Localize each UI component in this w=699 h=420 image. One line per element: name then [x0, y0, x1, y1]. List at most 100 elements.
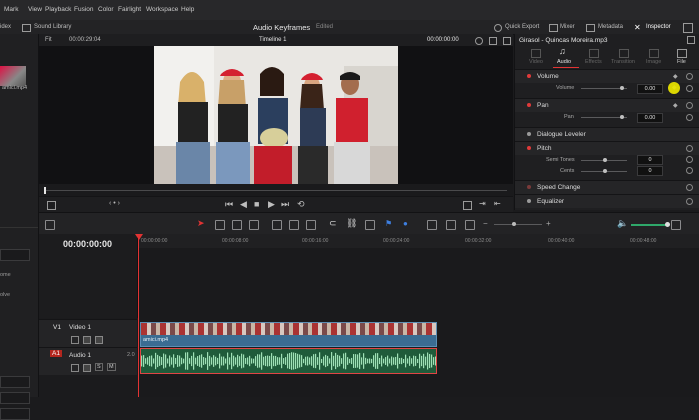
- pan-section-header[interactable]: Pan ◆: [515, 98, 699, 112]
- pitch-reset-icon[interactable]: [686, 145, 693, 152]
- tab-transition[interactable]: Transition: [611, 59, 635, 65]
- selection-tool-icon[interactable]: ➤: [197, 218, 205, 229]
- snapping-icon[interactable]: ⊂: [329, 218, 337, 229]
- tab-file[interactable]: File: [677, 59, 686, 65]
- auto-select-icon[interactable]: [83, 336, 91, 344]
- timeline-name[interactable]: Timeline 1: [259, 37, 286, 43]
- volume-param-reset-icon[interactable]: [686, 85, 693, 92]
- video-clip[interactable]: amici.mp4: [140, 322, 437, 347]
- playhead[interactable]: [138, 234, 139, 397]
- audio-track-lock-icon[interactable]: [71, 364, 79, 372]
- playhead-handle[interactable]: [135, 234, 143, 240]
- menu-color[interactable]: Color: [98, 6, 114, 13]
- solo-button[interactable]: S: [95, 363, 103, 371]
- loop-icon[interactable]: ⟲: [297, 199, 305, 210]
- volume-value-field[interactable]: 0.00: [637, 84, 663, 94]
- dynamic-trim-icon[interactable]: [232, 220, 242, 230]
- pitch-section-header[interactable]: Pitch: [515, 141, 699, 155]
- go-to-end-icon[interactable]: ⏭: [281, 199, 289, 210]
- semitones-slider-knob[interactable]: [603, 158, 607, 162]
- zoom-full-icon[interactable]: [427, 220, 437, 230]
- tab-image[interactable]: Image: [646, 59, 661, 65]
- equalizer-section-header[interactable]: Equalizer: [515, 194, 699, 208]
- replace-clip-icon[interactable]: [306, 220, 316, 230]
- fullscreen-icon[interactable]: [489, 37, 497, 45]
- side-field[interactable]: [0, 392, 30, 404]
- flag-icon[interactable]: ⚑: [385, 219, 392, 228]
- speed-change-section-header[interactable]: Speed Change: [515, 180, 699, 194]
- speed-change-reset-icon[interactable]: [686, 184, 693, 191]
- sync-icon[interactable]: [475, 37, 483, 45]
- audio-clip[interactable]: [140, 348, 437, 374]
- keyframe-diamond-icon[interactable]: ◆: [673, 73, 678, 80]
- match-frame-icon[interactable]: [463, 201, 472, 210]
- video-track-lock-icon[interactable]: [71, 336, 79, 344]
- clip-thumbnail[interactable]: [0, 66, 26, 86]
- index-button[interactable]: idex: [0, 24, 11, 30]
- overwrite-clip-icon[interactable]: [289, 220, 299, 230]
- volume-slider-knob[interactable]: [620, 86, 624, 90]
- master-volume-slider[interactable]: [631, 224, 667, 226]
- master-volume-knob[interactable]: [665, 222, 670, 227]
- mixer-button[interactable]: Mixer: [560, 24, 575, 30]
- inspector-button[interactable]: Inspector: [646, 24, 671, 30]
- inspector-options-icon[interactable]: [687, 36, 695, 44]
- zoom-custom-icon[interactable]: [465, 220, 475, 230]
- viewer-mode-icon[interactable]: [47, 201, 56, 210]
- semitones-reset-icon[interactable]: [686, 156, 693, 163]
- speed-change-enabled-dot[interactable]: [527, 185, 531, 189]
- sound-library-button[interactable]: Sound Library: [34, 24, 71, 30]
- marker-icon[interactable]: ●: [403, 219, 408, 228]
- equalizer-enabled-dot[interactable]: [527, 199, 531, 203]
- equalizer-reset-icon[interactable]: [686, 198, 693, 205]
- cents-reset-icon[interactable]: [686, 167, 693, 174]
- semitones-value-field[interactable]: 0: [637, 155, 663, 165]
- video-track-visibility-icon[interactable]: [95, 336, 103, 344]
- metadata-button[interactable]: Metadata: [598, 24, 623, 30]
- tab-audio[interactable]: Audio: [557, 59, 571, 65]
- menu-playback[interactable]: Playback: [45, 6, 71, 13]
- zoom-slider-knob[interactable]: [512, 222, 516, 226]
- pan-slider-knob[interactable]: [620, 115, 624, 119]
- menu-fairlight[interactable]: Fairlight: [118, 6, 141, 13]
- menu-workspace[interactable]: Workspace: [146, 6, 178, 13]
- cents-value-field[interactable]: 0: [637, 166, 663, 176]
- volume-enabled-dot[interactable]: [527, 74, 531, 78]
- menu-mark[interactable]: Mark: [4, 6, 18, 13]
- reverse-play-icon[interactable]: ◀: [240, 199, 247, 210]
- pitch-enabled-dot[interactable]: [527, 146, 531, 150]
- options-icon[interactable]: [503, 37, 511, 45]
- zoom-out-icon[interactable]: −: [483, 219, 488, 228]
- zoom-slider[interactable]: [494, 224, 542, 225]
- timeline-options-icon[interactable]: [45, 220, 55, 230]
- mark-out-icon[interactable]: ⇤: [494, 199, 501, 208]
- audio-auto-select-icon[interactable]: [83, 364, 91, 372]
- menu-fusion[interactable]: Fusion: [74, 6, 94, 13]
- dialogue-leveler-enabled-dot[interactable]: [527, 132, 531, 136]
- collapse-icon[interactable]: [683, 23, 693, 33]
- linked-selection-icon[interactable]: ⛓: [346, 218, 357, 229]
- pan-keyframe-icon[interactable]: ◆: [673, 102, 678, 109]
- tab-effects[interactable]: Effects: [585, 59, 602, 65]
- zoom-in-icon[interactable]: +: [546, 219, 551, 228]
- audio-meter-icon[interactable]: [671, 220, 681, 230]
- menu-help[interactable]: Help: [181, 6, 194, 13]
- volume-section-header[interactable]: Volume ◆: [515, 69, 699, 83]
- side-field[interactable]: [0, 249, 30, 261]
- dialogue-leveler-section-header[interactable]: Dialogue Leveler: [515, 127, 699, 141]
- play-icon[interactable]: ▶: [268, 199, 275, 210]
- position-lock-icon[interactable]: [365, 220, 375, 230]
- quick-export-button[interactable]: Quick Export: [505, 24, 539, 30]
- tab-video[interactable]: Video: [529, 59, 543, 65]
- mark-in-icon[interactable]: ⇥: [479, 199, 486, 208]
- pan-value-field[interactable]: 0.00: [637, 113, 663, 123]
- go-to-start-icon[interactable]: ⏮: [225, 199, 233, 210]
- blade-tool-icon[interactable]: [249, 220, 259, 230]
- zoom-fit-dropdown[interactable]: Fit: [45, 37, 52, 43]
- stop-icon[interactable]: ■: [254, 199, 259, 209]
- pan-param-reset-icon[interactable]: [686, 114, 693, 121]
- mute-button[interactable]: M: [107, 363, 116, 371]
- cents-slider-knob[interactable]: [603, 169, 607, 173]
- zoom-detail-icon[interactable]: [446, 220, 456, 230]
- menu-view[interactable]: View: [28, 6, 42, 13]
